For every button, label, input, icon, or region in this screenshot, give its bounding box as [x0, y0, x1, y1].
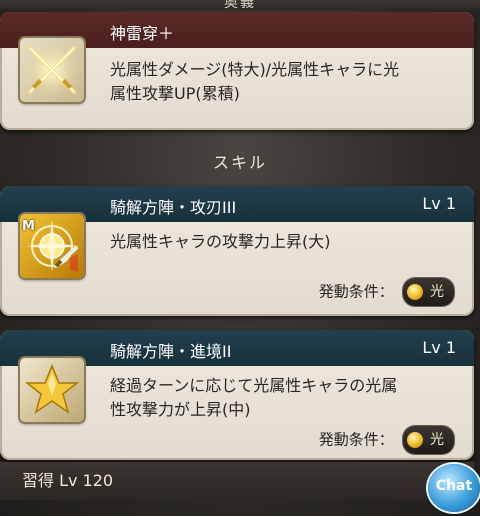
- star-icon: [20, 358, 84, 422]
- compass-sword-icon: M: [20, 214, 84, 278]
- light-element-badge: 光: [402, 426, 454, 454]
- skill-1-body: M 光属性キャラの攻撃力上昇(大) 発動条件： 光: [0, 214, 474, 316]
- skill-2-condition-value: 光: [430, 432, 444, 448]
- skill-1-name: 騎解方陣・攻刃III: [110, 198, 237, 217]
- learn-level-label: 習得 Lv 120: [22, 471, 114, 490]
- skill-2-body: 経過ターンに応じて光属性キャラの光属 性攻撃力が上昇(中) 発動条件： 光: [0, 358, 474, 460]
- skill-2-description-line2: 性攻撃力が上昇(中): [110, 400, 251, 419]
- skill-card-2[interactable]: 騎解方陣・進境II Lv 1 経過ターンに応じて光属性キャラの光属 性攻撃力が上…: [0, 330, 474, 460]
- skill-2-name: 騎解方陣・進境II: [110, 342, 232, 361]
- skill-2-condition: 発動条件： 光: [319, 426, 454, 454]
- chat-button[interactable]: Chat: [428, 464, 480, 512]
- learn-level-bar: 習得 Lv 120: [0, 462, 474, 500]
- skill-2-condition-label: 発動条件：: [318, 430, 394, 449]
- ougi-body: 光属性ダメージ(特大)/光属性キャラに光 属性攻撃UP(累積): [0, 38, 474, 130]
- skill-2-level: Lv 1: [422, 338, 456, 357]
- crossed-swords-icon: [20, 38, 84, 102]
- ougi-description-line2: 属性攻撃UP(累積): [110, 84, 240, 103]
- top-section-strip: 奥義: [0, 0, 480, 11]
- skill-1-level: Lv 1: [422, 194, 456, 213]
- skill-1-condition-label: 発動条件：: [318, 282, 394, 301]
- skills-section-label: スキル: [212, 153, 267, 172]
- skill-card-1[interactable]: 騎解方陣・攻刃III Lv 1 M 光属性キャラの攻撃力上昇(大) 発動条件： …: [0, 186, 474, 316]
- light-element-badge: 光: [402, 278, 454, 306]
- light-orb-icon: [406, 284, 423, 300]
- chat-button-label: Chat: [435, 478, 473, 494]
- light-orb-icon: [406, 432, 423, 448]
- skill-1-condition: 発動条件： 光: [319, 278, 454, 306]
- ougi-name: 神雷穿＋: [110, 24, 175, 43]
- skill-1-condition-value: 光: [430, 284, 444, 300]
- skill-2-description-line1: 経過ターンに応じて光属性キャラの光属: [110, 376, 398, 395]
- ougi-card[interactable]: 神雷穿＋ 光属性ダメージ(特大)/光属性キャラに光 属性攻撃UP(累積): [0, 12, 474, 130]
- skill-1-description-line1: 光属性キャラの攻撃力上昇(大): [110, 232, 331, 251]
- skill-1-icon-badge: M: [22, 219, 35, 234]
- top-section-label: 奥義: [224, 0, 256, 11]
- ougi-description-line1: 光属性ダメージ(特大)/光属性キャラに光: [110, 60, 400, 79]
